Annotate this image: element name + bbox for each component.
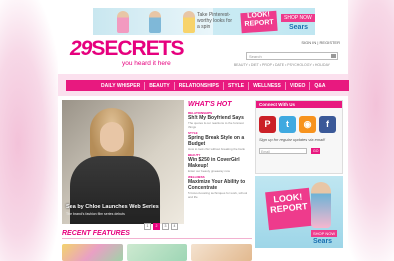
search-icon[interactable]: [331, 54, 336, 58]
ad-brand-logo: Sears: [289, 24, 309, 31]
item-description: The quotes & our reactions to the funnie…: [188, 121, 244, 129]
item-title[interactable]: Maximize Your Ability to Concentrate: [188, 179, 252, 191]
whats-hot-section: WHAT'S HOT RELATIONSHIPS Sh!t My Boyfrie…: [188, 101, 252, 199]
page-container: Take Pinterest-worthy looks for a spin L…: [58, 0, 349, 261]
search-placeholder: Search: [249, 54, 262, 59]
nav-item-wellness[interactable]: WELLNESS: [249, 81, 286, 90]
pink-watercolor-left: [0, 0, 60, 261]
sidebar-ad[interactable]: LOOK! REPORT SHOP NOW Sears: [255, 176, 343, 248]
ad-look-report: LOOK! REPORT: [240, 10, 278, 34]
whats-hot-item[interactable]: RELATIONSHIPS Sh!t My Boyfriend Says The…: [188, 111, 252, 129]
side-ad-shop-now-button[interactable]: SHOP NOW: [311, 230, 338, 237]
logo-word: SECRETS: [91, 37, 184, 60]
nav-item-relationships[interactable]: RELATIONSHIPS: [175, 81, 224, 90]
ad-tagline: Take Pinterest-worthy looks for a spin: [197, 12, 233, 30]
ad-model-figure: [149, 11, 161, 33]
connect-widget: Connect With Us P t ◉ f Sign up for regu…: [255, 100, 343, 174]
ad-model-figure: [117, 11, 129, 33]
side-ad-look-report: LOOK! REPORT: [265, 187, 313, 231]
recent-features-heading: RECENT FEATURES: [62, 230, 252, 239]
ad-model-figure: [183, 11, 195, 33]
whats-hot-heading: WHAT'S HOT: [188, 101, 232, 108]
pager-page-4[interactable]: 4: [171, 223, 178, 230]
side-ad-model: [311, 182, 331, 228]
item-title[interactable]: Win $250 in CoverGirl Makeup!: [188, 157, 252, 169]
trending-topics[interactable]: BEAUTY • DIET • PROP • DATE • PSYCHOLOGY…: [234, 63, 330, 67]
pager-page-1[interactable]: 1: [144, 223, 151, 230]
slideshow-pager: 1 2 3 4: [144, 223, 178, 230]
connect-heading: Connect With Us: [256, 101, 342, 108]
item-description: Enter our beauty giveaway now: [188, 169, 230, 173]
recent-features-section: RECENT FEATURES: [62, 230, 252, 239]
feature-thumbnail[interactable]: [191, 244, 253, 261]
item-title[interactable]: Spring Break Style on a Budget: [188, 135, 252, 147]
whats-hot-item[interactable]: WELLNESS Maximize Your Ability to Concen…: [188, 175, 252, 199]
search-input[interactable]: Search: [246, 52, 338, 60]
hero-caption[interactable]: Sea by Chloe Launches Web Series: [66, 204, 180, 210]
whats-hot-item[interactable]: BEAUTY Win $250 in CoverGirl Makeup! Ent…: [188, 153, 252, 173]
nav-item-style[interactable]: STYLE: [224, 81, 250, 90]
hero-model-face: [100, 122, 124, 152]
pager-page-3[interactable]: 3: [162, 223, 169, 230]
facebook-icon[interactable]: f: [319, 116, 336, 133]
social-icons: P t ◉ f: [256, 108, 342, 137]
pager-page-2[interactable]: 2: [153, 223, 160, 230]
sign-in-register-link[interactable]: SIGN IN | REGISTER: [301, 40, 340, 45]
email-go-button[interactable]: GO: [311, 147, 321, 154]
logo-number: 29: [70, 37, 92, 60]
site-logo[interactable]: 29SECRETS: [70, 37, 185, 61]
twitter-icon[interactable]: t: [279, 116, 296, 133]
nav-item-qa[interactable]: Q&A: [310, 82, 329, 90]
rss-icon[interactable]: ◉: [299, 116, 316, 133]
ad-shop-now-button[interactable]: SHOP NOW: [281, 14, 315, 22]
item-description: How to look chic without breaking the ba…: [188, 147, 245, 151]
email-field[interactable]: Email: [259, 147, 307, 154]
whats-hot-item[interactable]: STYLE Spring Break Style on a Budget How…: [188, 131, 252, 151]
recent-features-thumbnails: [62, 244, 253, 261]
nav-item-daily-whisper[interactable]: DAILY WHISPER: [97, 81, 146, 90]
main-nav: DAILY WHISPER BEAUTY RELATIONSHIPS STYLE…: [66, 80, 349, 91]
nav-item-video[interactable]: VIDEO: [286, 81, 311, 90]
nav-item-beauty[interactable]: BEAUTY: [145, 81, 175, 90]
pinterest-icon[interactable]: P: [259, 116, 276, 133]
item-description: 5 focus-boosting techniques for work, sc…: [188, 191, 248, 199]
site-tagline: you heard it here: [122, 60, 171, 67]
hero-slideshow[interactable]: Sea by Chloe Launches Web Series The bra…: [62, 100, 184, 224]
feature-thumbnail[interactable]: [126, 244, 188, 261]
hero-subcaption: The brand's fashion film series debuts: [66, 212, 125, 216]
side-ad-brand-logo: Sears: [313, 238, 333, 245]
feature-thumbnail[interactable]: [62, 244, 123, 261]
top-banner-ad[interactable]: Take Pinterest-worthy looks for a spin L…: [93, 8, 315, 35]
